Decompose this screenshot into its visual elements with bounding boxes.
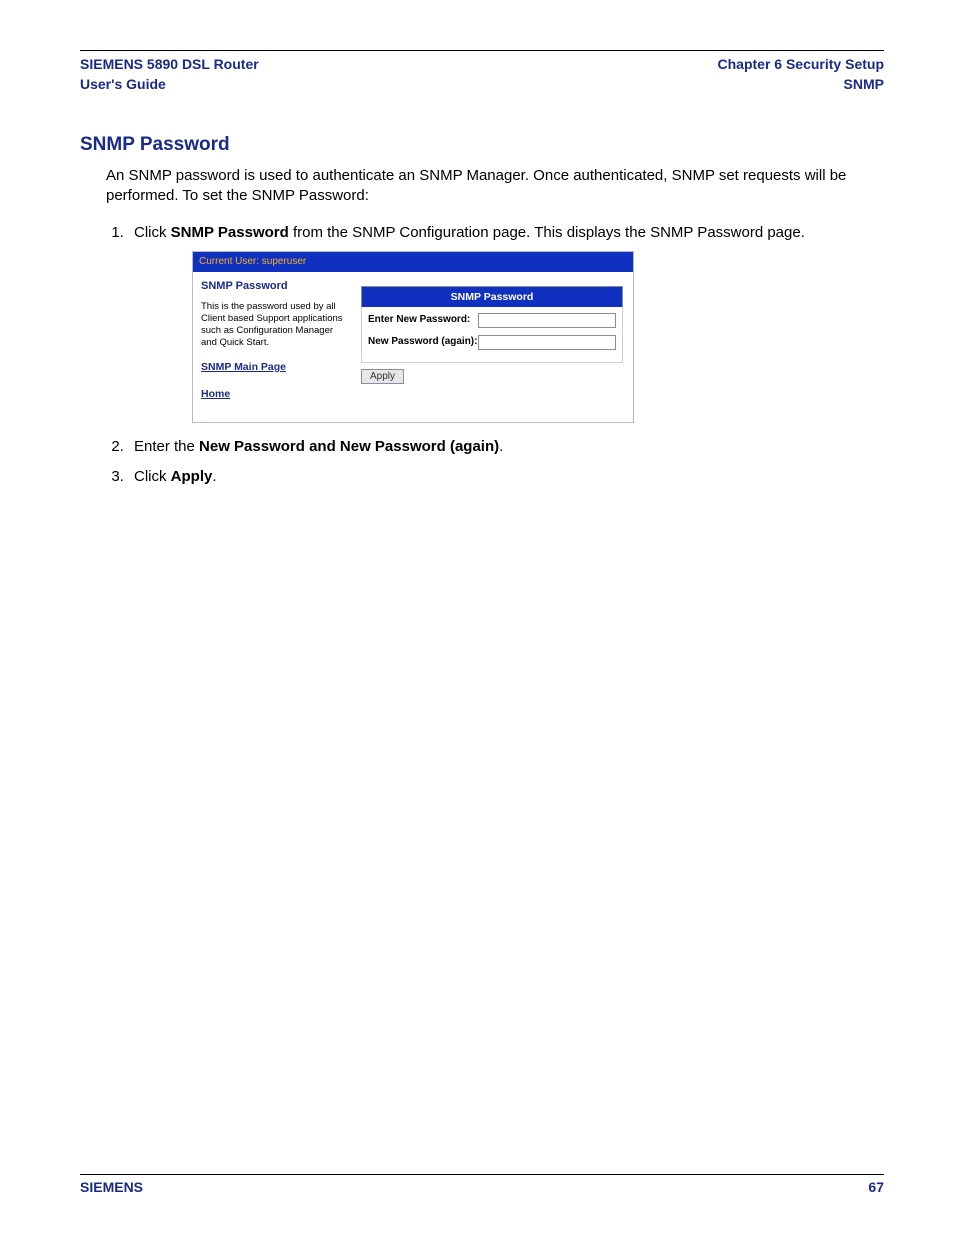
header-product: SIEMENS 5890 DSL Router xyxy=(80,55,259,75)
label-new-password: Enter New Password: xyxy=(368,312,478,328)
step-1: Click SNMP Password from the SNMP Config… xyxy=(128,221,884,424)
ui-panel-body: Enter New Password: New Password (again)… xyxy=(361,307,623,363)
footer-page-number: 67 xyxy=(868,1179,884,1195)
input-password-again[interactable] xyxy=(478,335,616,350)
embedded-screenshot: Current User: superuser SNMP Password Th… xyxy=(192,251,634,424)
header-guide: User's Guide xyxy=(80,75,259,95)
ui-side-desc: This is the password used by all Client … xyxy=(201,301,347,349)
header-chapter: Chapter 6 Security Setup xyxy=(718,55,885,75)
step2-bold: New Password and New Password (again) xyxy=(199,438,499,455)
step1-pre: Click xyxy=(134,224,171,241)
step2-pre: Enter the xyxy=(134,438,199,455)
step3-post: . xyxy=(212,468,216,485)
step1-post: from the SNMP Configuration page. This d… xyxy=(289,224,805,241)
ui-main-panel: SNMP Password Enter New Password: New Pa… xyxy=(355,272,633,396)
ui-topbar: Current User: superuser xyxy=(193,252,633,272)
ui-sidebar: SNMP Password This is the password used … xyxy=(193,272,355,423)
ui-side-title: SNMP Password xyxy=(201,278,347,296)
apply-button[interactable]: Apply xyxy=(361,369,404,384)
page-footer: SIEMENS 67 xyxy=(80,1174,884,1195)
header-topic: SNMP xyxy=(718,75,885,95)
step2-post: . xyxy=(499,438,503,455)
section-title: SNMP Password xyxy=(80,134,884,156)
input-new-password[interactable] xyxy=(478,313,616,328)
steps-list: Click SNMP Password from the SNMP Config… xyxy=(106,221,884,490)
ui-link-home[interactable]: Home xyxy=(201,386,347,403)
intro-paragraph: An SNMP password is used to authenticate… xyxy=(106,166,884,207)
footer-brand: SIEMENS xyxy=(80,1179,143,1195)
header-rule xyxy=(80,50,884,51)
label-password-again: New Password (again): xyxy=(368,334,478,350)
page-header: SIEMENS 5890 DSL Router User's Guide Cha… xyxy=(80,55,884,94)
footer-rule xyxy=(80,1174,884,1175)
step-3: Click Apply. xyxy=(128,465,884,489)
step1-bold: SNMP Password xyxy=(171,224,289,241)
step-2: Enter the New Password and New Password … xyxy=(128,435,884,459)
ui-link-snmp-main[interactable]: SNMP Main Page xyxy=(201,359,347,376)
step3-bold: Apply xyxy=(171,468,213,485)
step3-pre: Click xyxy=(134,468,171,485)
ui-panel-header: SNMP Password xyxy=(361,286,623,308)
